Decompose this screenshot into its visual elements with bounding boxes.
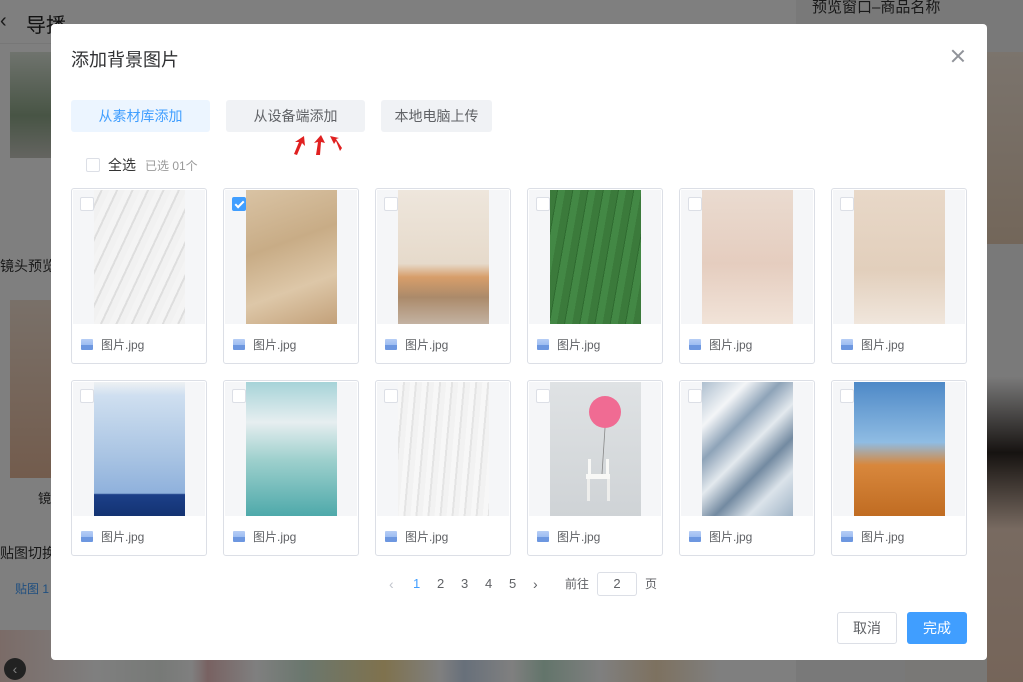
image-file-icon — [841, 531, 853, 542]
page-1-button[interactable]: 1 — [413, 572, 420, 596]
page-suffix-label: 页 — [645, 577, 658, 591]
tab-from-library[interactable]: 从素材库添加 — [71, 100, 210, 132]
dialog-title: 添加背景图片 — [71, 50, 179, 70]
image-thumbnail — [398, 190, 489, 324]
balloon-chair-illustration — [586, 396, 621, 501]
image-card[interactable]: 图片.jpg — [375, 188, 511, 364]
image-file-name: 图片.jpg — [253, 530, 297, 544]
image-card[interactable]: 图片.jpg — [679, 380, 815, 556]
image-thumbnail — [398, 382, 489, 516]
image-file-icon — [233, 339, 245, 350]
image-card[interactable]: 图片.jpg — [71, 188, 207, 364]
image-thumbnail — [550, 382, 641, 516]
image-card[interactable]: 图片.jpg — [527, 380, 663, 556]
image-checkbox[interactable] — [840, 389, 854, 403]
done-button[interactable]: 完成 — [907, 612, 967, 644]
image-file-icon — [81, 531, 93, 542]
image-file-icon — [537, 531, 549, 542]
pagination: ‹ 1 2 3 4 5 › 前往 2 页 — [51, 572, 987, 596]
goto-label: 前往 — [565, 577, 590, 591]
image-checkbox[interactable] — [688, 197, 702, 211]
page-5-button[interactable]: 5 — [509, 572, 516, 596]
image-checkbox[interactable] — [80, 197, 94, 211]
image-card[interactable]: 图片.jpg — [375, 380, 511, 556]
image-file-name: 图片.jpg — [405, 338, 449, 352]
image-file-icon — [385, 531, 397, 542]
annotation-arrows-icon — [294, 135, 342, 155]
page-2-button[interactable]: 2 — [437, 572, 444, 596]
image-checkbox[interactable] — [840, 197, 854, 211]
image-thumbnail — [94, 382, 185, 516]
add-background-dialog: 添加背景图片 从素材库添加 从设备端添加 本地电脑上传 全选 已选 01个 图片… — [51, 24, 987, 660]
image-file-icon — [689, 339, 701, 350]
image-card[interactable]: 图片.jpg — [223, 380, 359, 556]
image-thumbnail — [702, 382, 793, 516]
image-checkbox[interactable] — [536, 389, 550, 403]
image-card[interactable]: 图片.jpg — [527, 188, 663, 364]
goto-page-input[interactable]: 2 — [597, 572, 637, 596]
tab-from-device[interactable]: 从设备端添加 — [226, 100, 365, 132]
image-card[interactable]: 图片.jpg — [831, 188, 967, 364]
image-file-name: 图片.jpg — [709, 530, 753, 544]
image-file-name: 图片.jpg — [253, 338, 297, 352]
image-checkbox[interactable] — [80, 389, 94, 403]
image-file-name: 图片.jpg — [861, 338, 905, 352]
next-page-icon[interactable]: › — [533, 572, 538, 596]
image-checkbox[interactable] — [232, 389, 246, 403]
image-checkbox[interactable] — [232, 197, 246, 211]
select-all-row: 全选 已选 01个 — [86, 155, 198, 175]
image-file-name: 图片.jpg — [709, 338, 753, 352]
image-checkbox[interactable] — [688, 389, 702, 403]
image-thumbnail — [94, 190, 185, 324]
image-thumbnail — [702, 190, 793, 324]
image-file-name: 图片.jpg — [557, 530, 601, 544]
select-all-checkbox[interactable] — [86, 158, 100, 172]
selected-count-text: 已选 01个 — [145, 158, 198, 173]
select-all-label[interactable]: 全选 — [108, 155, 136, 175]
image-checkbox[interactable] — [384, 389, 398, 403]
image-card[interactable]: 图片.jpg — [831, 380, 967, 556]
image-card[interactable]: 图片.jpg — [679, 188, 815, 364]
image-file-name: 图片.jpg — [557, 338, 601, 352]
image-card[interactable]: 图片.jpg — [71, 380, 207, 556]
page-4-button[interactable]: 4 — [485, 572, 492, 596]
image-thumbnail — [854, 190, 945, 324]
image-file-icon — [81, 339, 93, 350]
image-file-name: 图片.jpg — [101, 530, 145, 544]
image-file-name: 图片.jpg — [861, 530, 905, 544]
tab-local-upload[interactable]: 本地电脑上传 — [381, 100, 492, 132]
image-card[interactable]: 图片.jpg — [223, 188, 359, 364]
image-file-icon — [689, 531, 701, 542]
image-file-name: 图片.jpg — [101, 338, 145, 352]
page-3-button[interactable]: 3 — [461, 572, 468, 596]
image-file-name: 图片.jpg — [405, 530, 449, 544]
image-thumbnail — [246, 382, 337, 516]
image-file-icon — [537, 339, 549, 350]
cancel-button[interactable]: 取消 — [837, 612, 897, 644]
image-file-icon — [233, 531, 245, 542]
close-icon[interactable] — [950, 48, 966, 64]
image-file-icon — [841, 339, 853, 350]
image-file-icon — [385, 339, 397, 350]
image-thumbnail — [854, 382, 945, 516]
image-thumbnail — [550, 190, 641, 324]
image-checkbox[interactable] — [536, 197, 550, 211]
image-thumbnail — [246, 190, 337, 324]
image-checkbox[interactable] — [384, 197, 398, 211]
prev-page-icon[interactable]: ‹ — [389, 572, 394, 596]
